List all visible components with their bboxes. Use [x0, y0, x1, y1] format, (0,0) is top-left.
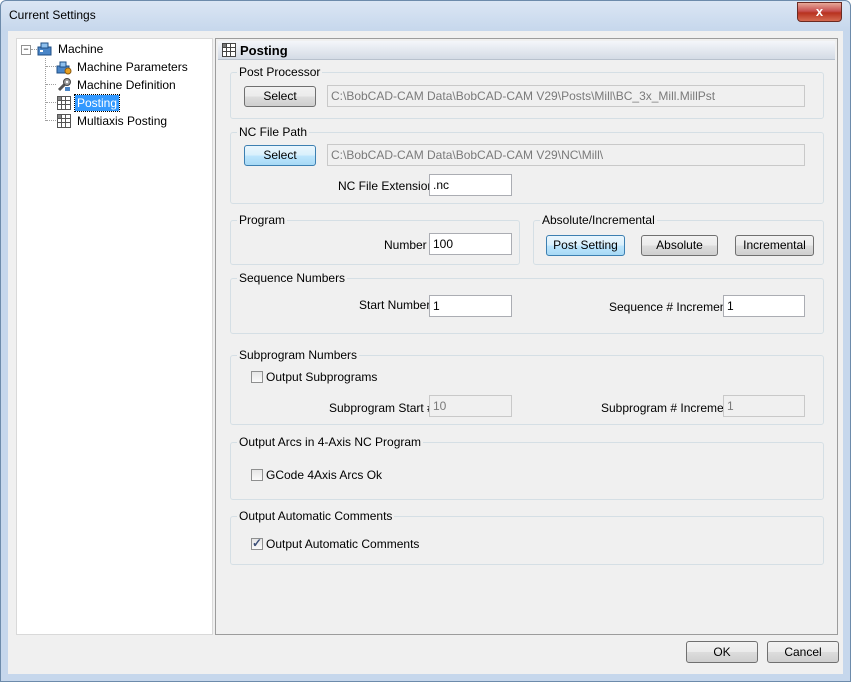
sequence-increment-label: Sequence # Increment: [609, 300, 730, 314]
output-comments-checkbox[interactable]: ✓: [251, 536, 263, 550]
cancel-button[interactable]: Cancel: [767, 641, 839, 663]
select-nc-path-button[interactable]: Select: [244, 145, 316, 166]
group-label: Subprogram Numbers: [237, 348, 360, 362]
group-label: NC File Path: [237, 125, 310, 139]
post-processor-group: Post Processor Select C:\BobCAD-CAM Data…: [230, 65, 824, 119]
posting-panel: Posting Post Processor Select C:\BobCAD-…: [215, 38, 838, 635]
sequence-start-label: Start Number: [359, 298, 431, 312]
group-label: Sequence Numbers: [237, 271, 348, 285]
gcode-4axis-arcs-label: GCode 4Axis Arcs Ok: [266, 468, 383, 482]
group-label: Post Processor: [237, 65, 323, 79]
select-post-processor-button[interactable]: Select: [244, 86, 316, 107]
subprogram-start-label: Subprogram Start #: [329, 401, 434, 415]
close-button[interactable]: x: [797, 2, 842, 22]
program-number-input[interactable]: 100: [429, 233, 512, 255]
group-label: Absolute/Incremental: [540, 213, 657, 227]
tree-connector: [46, 84, 56, 85]
nc-path-field[interactable]: C:\BobCAD-CAM Data\BobCAD-CAM V29\NC\Mil…: [327, 144, 805, 166]
panel-title: Posting: [240, 43, 288, 58]
tree-item-label: Multiaxis Posting: [77, 114, 168, 128]
tree-item-label: Machine Parameters: [77, 60, 188, 74]
output-comments-group: Output Automatic Comments ✓ Output Autom…: [230, 509, 824, 565]
group-label: Output Arcs in 4-Axis NC Program: [237, 435, 424, 449]
output-comments-label: Output Automatic Comments: [266, 537, 420, 551]
absolute-incremental-group: Absolute/Incremental Post Setting Absolu…: [533, 213, 824, 265]
dialog-client: − Machine Machine Parameters Machine Def…: [8, 31, 843, 674]
group-label: Program: [237, 213, 288, 227]
gcode-4axis-arcs-checkbox[interactable]: [251, 469, 263, 481]
nc-extension-label: NC File Extension: [338, 179, 435, 193]
tree-connector: [46, 102, 56, 103]
nc-file-path-group: NC File Path Select C:\BobCAD-CAM Data\B…: [230, 125, 824, 204]
machine-parameters-icon: [56, 59, 72, 75]
subprogram-start-input[interactable]: 10: [429, 395, 512, 417]
machine-icon: [37, 41, 53, 57]
post-setting-button[interactable]: Post Setting: [546, 235, 625, 256]
panel-header: Posting: [218, 41, 835, 60]
window-title: Current Settings: [9, 8, 96, 22]
output-subprograms-checkbox[interactable]: [251, 371, 263, 383]
settings-tree: − Machine Machine Parameters Machine Def…: [16, 38, 213, 635]
post-processor-path-field[interactable]: C:\BobCAD-CAM Data\BobCAD-CAM V29\Posts\…: [327, 85, 805, 107]
output-arcs-group: Output Arcs in 4-Axis NC Program GCode 4…: [230, 435, 824, 500]
tree-item-label: Machine Definition: [77, 78, 176, 92]
sequence-start-input[interactable]: 1: [429, 295, 512, 317]
tree-item-label: Posting: [73, 94, 121, 112]
title-bar[interactable]: Current Settings x: [1, 1, 850, 31]
tree-connector: [45, 58, 46, 121]
tree-connector: [46, 120, 56, 121]
program-number-label: Number: [384, 238, 427, 252]
grid-icon: [56, 95, 72, 111]
tree-connector: [46, 66, 56, 67]
settings-window: Current Settings x − Machine Machine Par…: [0, 0, 851, 682]
collapse-toggle[interactable]: −: [21, 45, 31, 55]
grid-icon: [56, 113, 72, 129]
grid-icon: [222, 43, 236, 57]
absolute-button[interactable]: Absolute: [641, 235, 718, 256]
output-subprograms-label: Output Subprograms: [266, 370, 378, 384]
nc-extension-input[interactable]: .nc: [429, 174, 512, 196]
ok-button[interactable]: OK: [686, 641, 758, 663]
checkmark-icon: ✓: [252, 536, 263, 550]
subprogram-increment-input[interactable]: 1: [723, 395, 805, 417]
incremental-button[interactable]: Incremental: [735, 235, 814, 256]
sequence-numbers-group: Sequence Numbers Start Number 1 Sequence…: [230, 271, 824, 334]
program-group: Program Number 100: [230, 213, 520, 265]
subprogram-numbers-group: Subprogram Numbers Output Subprograms Su…: [230, 348, 824, 425]
subprogram-increment-label: Subprogram # Increment: [601, 401, 734, 415]
sequence-increment-input[interactable]: 1: [723, 295, 805, 317]
group-label: Output Automatic Comments: [237, 509, 395, 523]
tree-item-label: Machine: [58, 42, 104, 56]
wrench-icon: [56, 77, 72, 93]
